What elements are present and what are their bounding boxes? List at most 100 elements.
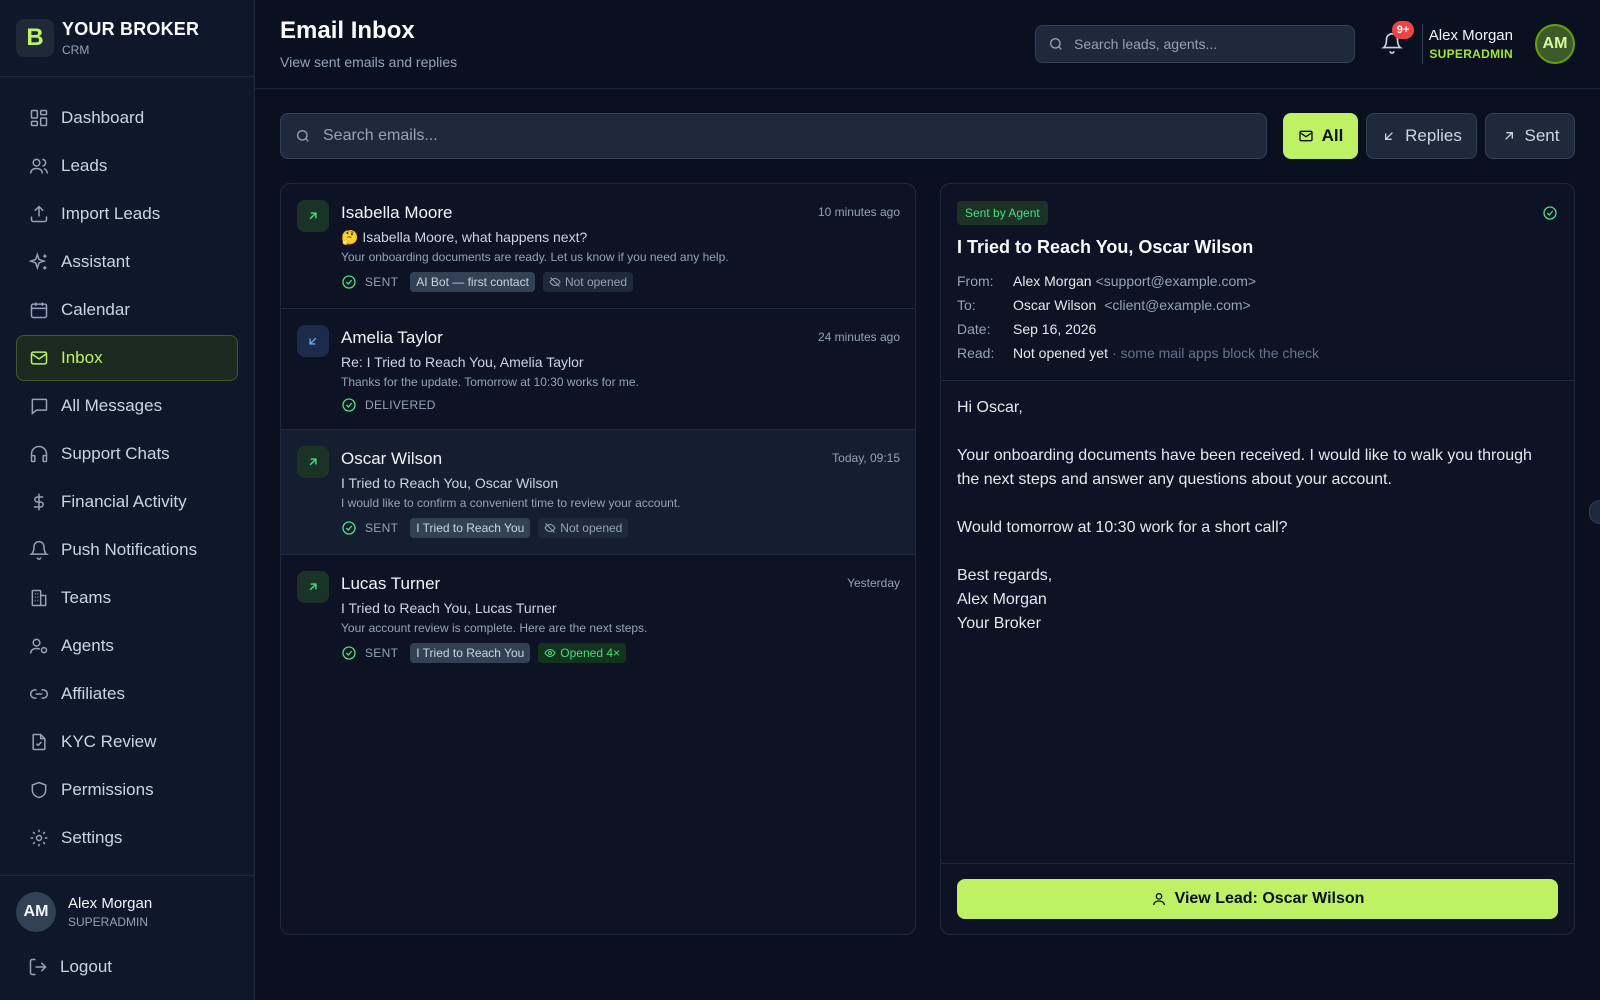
sidebar-item-inbox[interactable]: Inbox xyxy=(16,335,238,381)
email-sender-name: Isabella Moore xyxy=(341,203,453,222)
meta-read-note: · some mail apps block the check xyxy=(1111,345,1319,361)
sidebar-item-affiliates[interactable]: Affiliates xyxy=(16,671,238,717)
header-divider xyxy=(1422,24,1423,64)
sidebar-item-label: Inbox xyxy=(61,348,103,367)
email-search-input[interactable] xyxy=(323,127,1223,145)
header-avatar[interactable]: AM xyxy=(1535,24,1575,64)
sidebar-item-label: Import Leads xyxy=(61,204,161,223)
top-header: Email Inbox View sent emails and replies… xyxy=(255,0,1600,89)
email-greeting: Hi Oscar, xyxy=(957,399,1023,416)
email-paragraph: Would tomorrow at 10:30 work for a short… xyxy=(957,519,1288,536)
email-list: Isabella Moore 10 minutes ago 🤔 Isabella… xyxy=(280,183,916,935)
sidebar-item-teams[interactable]: Teams xyxy=(16,575,238,621)
filter-sent-label: Sent xyxy=(1524,126,1560,145)
brand-name: YOUR BROKER xyxy=(62,19,200,39)
meta-from-email: <support@example.com> xyxy=(1095,273,1257,289)
email-list-item[interactable]: Isabella Moore 10 minutes ago 🤔 Isabella… xyxy=(281,184,915,309)
brand-logo: B xyxy=(16,19,54,57)
email-list-item[interactable]: Lucas Turner Yesterday I Tried to Reach … xyxy=(281,555,915,680)
email-sender-name: Lucas Turner xyxy=(341,574,441,593)
view-lead-button[interactable]: View Lead: Oscar Wilson xyxy=(957,879,1558,919)
sidebar-item-financial-activity[interactable]: Financial Activity xyxy=(16,479,238,525)
opened-status-tag: Not opened xyxy=(538,518,629,538)
email-status: SENT xyxy=(365,275,399,289)
sidebar-item-label: Dashboard xyxy=(61,108,145,127)
mail-icon xyxy=(30,351,48,365)
meta-from: From: Alex Morgan <support@example.com> xyxy=(957,273,1256,289)
headphones-icon xyxy=(30,445,48,463)
sidebar-item-label: Assistant xyxy=(61,252,130,271)
divider xyxy=(941,863,1574,864)
sidebar-item-leads[interactable]: Leads xyxy=(16,143,238,189)
sidebar-item-label: Push Notifications xyxy=(61,540,198,559)
global-search[interactable] xyxy=(1035,25,1355,63)
user-icon xyxy=(1152,893,1165,906)
outgoing-icon xyxy=(297,571,329,603)
email-time: Today, 09:15 xyxy=(832,451,900,465)
arrow-down-left-icon xyxy=(1385,132,1393,140)
sidebar-item-support-chats[interactable]: Support Chats xyxy=(16,431,238,477)
sidebar-item-import-leads[interactable]: Import Leads xyxy=(16,191,238,237)
sent-by-badge: Sent by Agent xyxy=(957,201,1048,225)
sidebar-item-label: Affiliates xyxy=(61,684,125,703)
email-status: DELIVERED xyxy=(365,398,436,412)
detail-subject: I Tried to Reach You, Oscar Wilson xyxy=(957,237,1254,257)
sidebar-item-label: Calendar xyxy=(61,300,130,319)
email-search[interactable] xyxy=(280,113,1267,159)
page-title: Email Inbox xyxy=(280,17,415,44)
sidebar-footer: AM Alex Morgan SUPERADMIN Logout xyxy=(0,875,254,1000)
panel-toggle-handle[interactable] xyxy=(1589,500,1600,524)
calendar-icon xyxy=(30,302,48,319)
header-user[interactable]: Alex Morgan SUPERADMIN xyxy=(1429,27,1513,61)
global-search-input[interactable] xyxy=(1074,36,1344,52)
email-paragraph: Your onboarding documents have been rece… xyxy=(957,447,1532,488)
page-subtitle: View sent emails and replies xyxy=(280,54,458,70)
eye-icon xyxy=(544,648,556,658)
sidebar-item-label: Financial Activity xyxy=(61,492,187,511)
sidebar-item-agents[interactable]: Agents xyxy=(16,623,238,669)
sidebar-item-settings[interactable]: Settings xyxy=(16,815,238,861)
sidebar-item-kyc-review[interactable]: KYC Review xyxy=(16,719,238,765)
email-signature-name: Alex Morgan xyxy=(957,591,1047,608)
sidebar-item-permissions[interactable]: Permissions xyxy=(16,767,238,813)
email-subject: I Tried to Reach You, Oscar Wilson xyxy=(341,475,559,491)
meta-read: Read: Not opened yet · some mail apps bl… xyxy=(957,345,1319,361)
email-signature-company: Your Broker xyxy=(957,615,1041,632)
email-sender-name: Oscar Wilson xyxy=(341,449,443,468)
sidebar-item-label: Leads xyxy=(61,156,108,175)
outgoing-icon xyxy=(297,200,329,232)
sidebar-item-push-notifications[interactable]: Push Notifications xyxy=(16,527,238,573)
meta-read-label: Read: xyxy=(957,345,995,361)
email-time: 10 minutes ago xyxy=(817,205,900,219)
email-time: 24 minutes ago xyxy=(817,330,900,344)
brand[interactable]: B YOUR BROKER CRM xyxy=(0,0,254,77)
opened-status-tag: Opened 4× xyxy=(538,643,627,663)
email-list-item[interactable]: Amelia Taylor 24 minutes ago Re: I Tried… xyxy=(281,309,915,430)
email-detail: Sent by Agent I Tried to Reach You, Osca… xyxy=(940,183,1575,935)
dashboard-icon xyxy=(30,109,48,127)
email-subject: I Tried to Reach You, Lucas Turner xyxy=(341,600,557,616)
logout-button[interactable]: Logout xyxy=(0,944,254,990)
eye-off-icon xyxy=(544,523,556,533)
sidebar: B YOUR BROKER CRM Dashboard Leads Import… xyxy=(0,0,255,1000)
incoming-icon xyxy=(297,325,329,357)
sidebar-item-all-messages[interactable]: All Messages xyxy=(16,383,238,429)
sidebar-user[interactable]: AM Alex Morgan SUPERADMIN xyxy=(0,876,254,944)
opened-status-label: Opened 4× xyxy=(560,646,621,660)
check-circle-icon xyxy=(1543,206,1557,220)
email-time: Yesterday xyxy=(847,576,900,590)
user-cog-icon xyxy=(29,638,48,654)
sidebar-user-name: Alex Morgan xyxy=(68,895,153,912)
sidebar-item-dashboard[interactable]: Dashboard xyxy=(16,95,238,141)
filter-all-button[interactable]: All xyxy=(1283,113,1358,159)
email-list-item-selected[interactable]: Oscar Wilson Today, 09:15 I Tried to Rea… xyxy=(281,430,915,555)
sidebar-item-label: Teams xyxy=(61,588,112,607)
sidebar-item-assistant[interactable]: Assistant xyxy=(16,239,238,285)
filter-replies-button[interactable]: Replies xyxy=(1366,113,1477,159)
shield-icon xyxy=(31,781,47,799)
meta-date: Date: Sep 16, 2026 xyxy=(957,321,1096,337)
meta-date-value: Sep 16, 2026 xyxy=(1013,321,1097,337)
logout-icon xyxy=(29,958,47,976)
sidebar-item-calendar[interactable]: Calendar xyxy=(16,287,238,333)
filter-sent-button[interactable]: Sent xyxy=(1485,113,1575,159)
